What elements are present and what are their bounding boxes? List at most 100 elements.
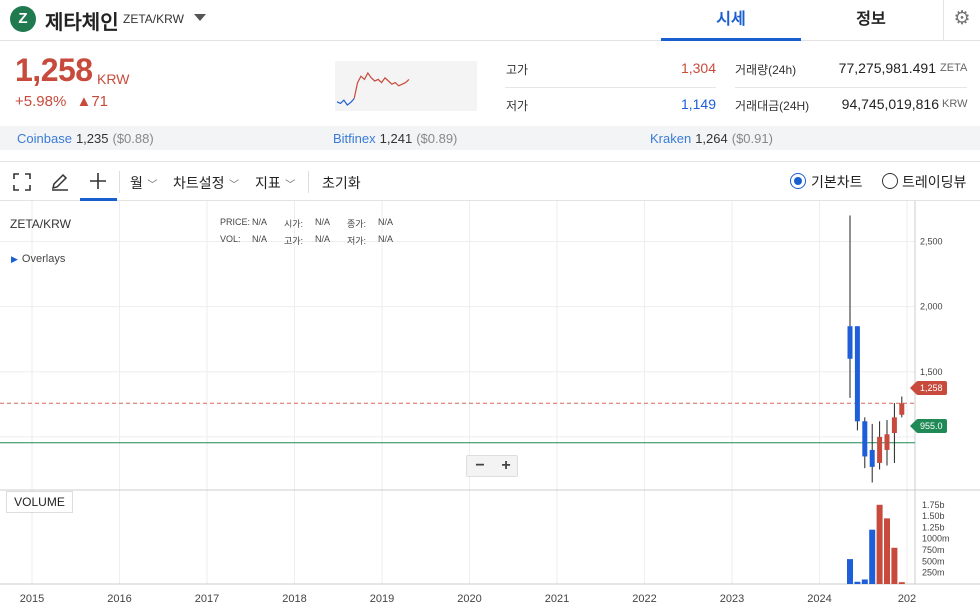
candlestick-chart[interactable]: 2,500 2,000 1,500 1.75b1.50b1.25b 1000m750m5…	[0, 201, 980, 611]
volume-bar	[884, 518, 890, 584]
high-label: 고가	[506, 63, 529, 77]
ohlc-vol-key: VOL:	[220, 234, 241, 244]
basic-chart-radio[interactable]	[790, 173, 806, 189]
candle-body	[899, 403, 905, 415]
exchange-price: 1,241	[379, 131, 413, 146]
ohlc-low-key: 저가:	[347, 236, 367, 246]
ohlc-close-val: N/A	[378, 217, 394, 227]
volume-bar	[876, 504, 883, 584]
volume-bar	[847, 559, 853, 584]
basic-chart-label[interactable]: 기본차트	[811, 172, 863, 192]
overlays-toggle[interactable]: ▶ Overlays	[11, 253, 65, 265]
indicators-label: 지표	[255, 176, 281, 192]
chart-toolbar: 월 ﹀ 차트설정 ﹀ 지표 ﹀ 초기화 기본차트 트레이딩뷰	[0, 161, 980, 201]
exchange-usd: ($0.88)	[112, 131, 154, 146]
pencil-icon[interactable]	[50, 172, 70, 192]
turnover-unit: KRW	[942, 98, 968, 110]
x-tick-label: 2017	[195, 593, 219, 605]
fullscreen-icon[interactable]	[13, 173, 31, 191]
tradingview-radio[interactable]	[882, 173, 898, 189]
price-change: +5.98% ▲71	[15, 93, 108, 110]
zoom-controls: − +	[466, 455, 518, 477]
crosshair-icon[interactable]	[89, 172, 107, 190]
candle-body	[877, 436, 883, 463]
chevron-down-icon[interactable]	[194, 14, 206, 21]
toolbar-divider	[119, 171, 120, 193]
ohlc-price-key: PRICE:	[220, 217, 251, 227]
y-tick-label: 2,500	[920, 237, 943, 247]
x-tick-label: 2023	[720, 593, 744, 605]
ohlc-high-val: N/A	[315, 234, 331, 244]
price-sparkline	[335, 61, 477, 111]
price-unit: KRW	[97, 71, 130, 87]
last-price-tag: 1,258	[916, 381, 947, 395]
turnover-label: 거래대금(24H)	[735, 99, 810, 113]
ohlc-high-key: 고가:	[284, 236, 304, 246]
x-tick-label: 2015	[20, 593, 44, 605]
ohlc-open-val: N/A	[315, 217, 331, 227]
volume-bar	[891, 547, 898, 584]
coin-pair: ZETA/KRW	[123, 12, 184, 26]
caret-right-icon: ▶	[11, 254, 18, 264]
volume-bar	[869, 529, 876, 584]
gear-icon[interactable]: ⚙	[943, 0, 980, 40]
volume-bar	[898, 582, 905, 584]
interval-select[interactable]: 월 ﹀	[130, 173, 157, 193]
exchange-price: 1,235	[75, 131, 109, 146]
x-tick-label: 2019	[370, 593, 394, 605]
zoom-in-button[interactable]: +	[493, 456, 519, 476]
interval-label: 월	[130, 176, 143, 192]
exchange-name: Coinbase	[17, 131, 72, 146]
tab-quote[interactable]: 시세	[661, 0, 801, 41]
change-absolute: ▲71	[76, 93, 108, 110]
candle-body	[891, 417, 897, 433]
price-chart[interactable]: 2,500 2,000 1,500 1.75b 1.50b 1.25b 1000m 750m 5…	[0, 201, 980, 611]
zoom-out-button[interactable]: −	[467, 456, 493, 476]
ohlc-close-key: 종가:	[347, 219, 367, 229]
ohlc-price-val: N/A	[252, 217, 268, 227]
ohlc-open-key: 시가:	[284, 219, 304, 229]
volume-label: 거래량(24h)	[735, 63, 797, 77]
low-value: 1,149	[680, 96, 716, 112]
high-value: 1,304	[680, 60, 716, 76]
chevron-down-icon: ﹀	[285, 180, 296, 191]
y-tick-label: 1,500	[920, 367, 943, 377]
x-tick-label: 2016	[107, 593, 131, 605]
candle-body	[854, 326, 860, 422]
indicators-button[interactable]: 지표 ﹀	[255, 173, 295, 193]
tradingview-label[interactable]: 트레이딩뷰	[902, 172, 966, 192]
chart-settings-label: 차트설정	[173, 176, 225, 192]
volume-value: 77,275,981.491	[838, 60, 936, 76]
turnover-value: 94,745,019,816	[841, 96, 939, 112]
ohlc-low-val: N/A	[378, 234, 394, 244]
exchange-price-bar: Coinbase 1,235 ($0.88) Bitfinex 1,241 ($0.89…	[0, 126, 980, 150]
exchange-coinbase[interactable]: Coinbase 1,235 ($0.88)	[17, 131, 154, 146]
change-percent: +5.98%	[15, 93, 67, 110]
volume-tick-label: 1.75b	[922, 500, 945, 510]
coin-name[interactable]: 제타체인	[45, 6, 119, 35]
overlays-label: Overlays	[21, 253, 66, 265]
volume-bar	[861, 579, 868, 584]
exchange-name: Kraken	[650, 131, 692, 146]
x-tick-label: 2018	[282, 593, 306, 605]
volume-tick-label: 250m	[922, 568, 945, 578]
volume-pane-label[interactable]: VOLUME	[6, 491, 73, 513]
candle-body	[869, 449, 875, 467]
reset-button[interactable]: 초기화	[322, 173, 361, 193]
reference-price-tag: 955.0	[916, 419, 947, 433]
x-tick-label: 2022	[632, 593, 656, 605]
exchange-usd: ($0.91)	[731, 131, 773, 146]
candle-body	[884, 434, 890, 450]
candle-body	[862, 421, 868, 457]
tab-info[interactable]: 정보	[801, 0, 941, 41]
x-tick-label: 202	[898, 593, 916, 605]
volume-unit: ZETA	[940, 62, 968, 74]
y-tick-label: 2,000	[920, 302, 943, 312]
exchange-name: Bitfinex	[333, 131, 376, 146]
chevron-down-icon: ﹀	[147, 180, 158, 191]
x-tick-label: 2020	[457, 593, 481, 605]
exchange-bitfinex[interactable]: Bitfinex 1,241 ($0.89)	[333, 131, 457, 146]
exchange-kraken[interactable]: Kraken 1,264 ($0.91)	[650, 131, 773, 146]
chart-settings-button[interactable]: 차트설정 ﹀	[173, 173, 239, 193]
stats-divider	[735, 87, 967, 88]
